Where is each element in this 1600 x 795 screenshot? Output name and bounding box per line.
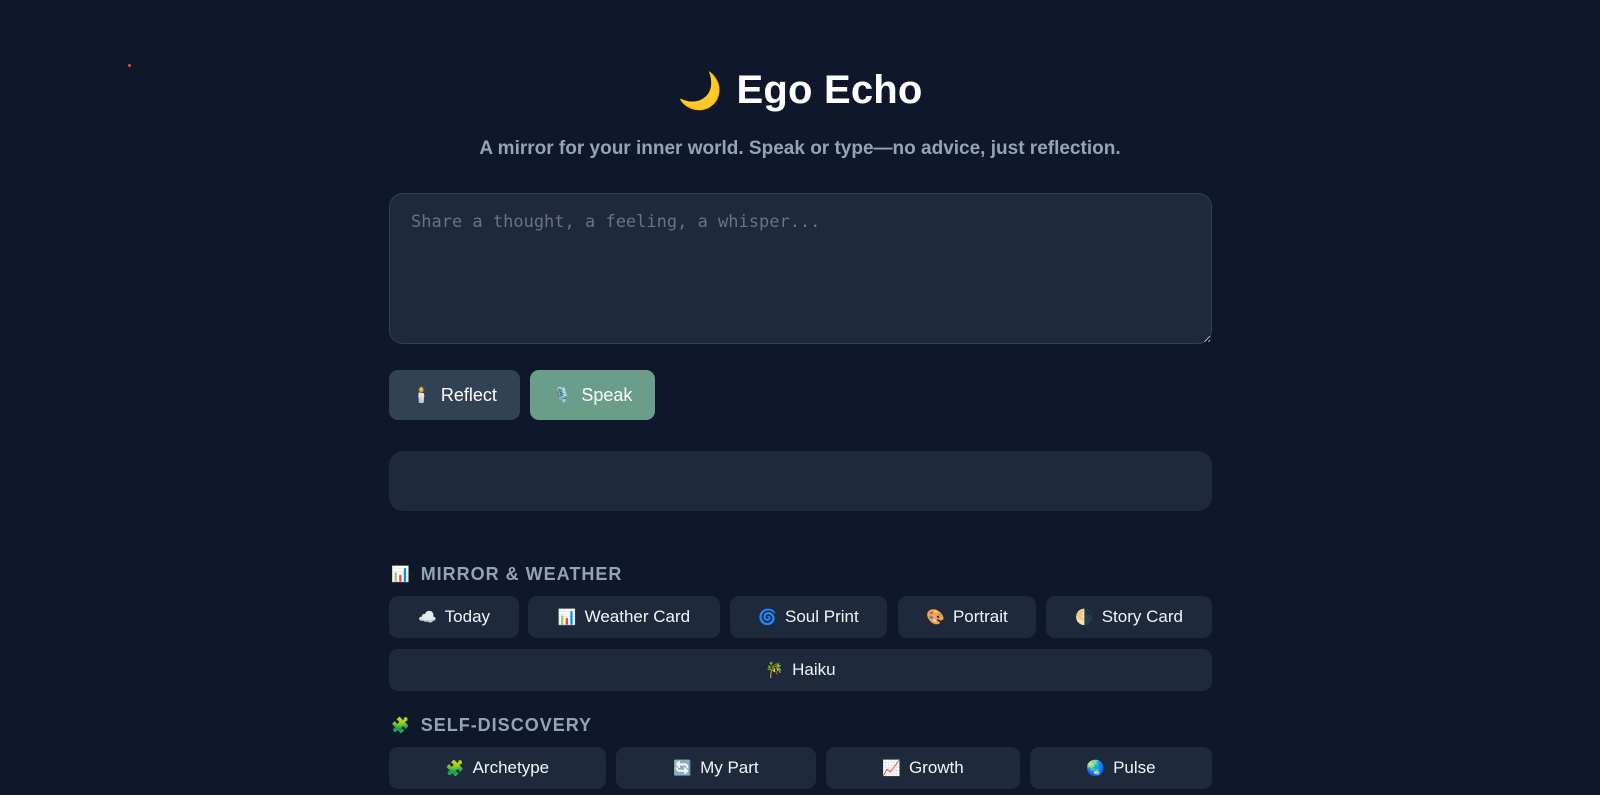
palette-icon: 🎨	[926, 608, 945, 626]
reflect-button-label: Reflect	[440, 384, 497, 405]
moon-icon: 🌙	[677, 70, 723, 111]
reflect-button[interactable]: 🕯️ Reflect	[389, 370, 520, 420]
chip-label: Soul Print	[784, 607, 859, 626]
cloud-icon: ☁️	[417, 608, 437, 626]
my-part-button[interactable]: 🔄 My Part	[616, 747, 816, 789]
haiku-button[interactable]: 🎋 Haiku	[389, 649, 1212, 691]
reflection-output	[389, 451, 1212, 511]
today-button[interactable]: ☁️ Today	[389, 596, 519, 638]
chip-label: Haiku	[792, 660, 836, 679]
weather-card-button[interactable]: 📊 Weather Card	[528, 596, 720, 638]
microphone-icon: 🎙️	[552, 386, 572, 404]
chip-label: Today	[444, 607, 491, 626]
portrait-button[interactable]: 🎨 Portrait	[898, 596, 1036, 638]
page-title: 🌙 Ego Echo	[0, 68, 1600, 113]
section-heading-mirror-weather: 📊 MIRROR & WEATHER	[391, 564, 622, 585]
section-title: MIRROR & WEATHER	[420, 564, 623, 584]
pulse-button[interactable]: 🌏 Pulse	[1030, 747, 1212, 789]
trend-chart-icon: 📈	[882, 759, 901, 777]
chip-label: Pulse	[1113, 758, 1156, 777]
speak-button-label: Speak	[581, 384, 633, 405]
chip-label: Story Card	[1101, 607, 1183, 626]
chip-label: My Part	[700, 758, 759, 777]
bar-chart-icon: 📊	[391, 566, 411, 583]
globe-icon: 🌏	[1086, 759, 1106, 777]
page-subtitle: A mirror for your inner world. Speak or …	[479, 138, 1121, 159]
page-title-text: Ego Echo	[736, 68, 923, 112]
soul-print-button[interactable]: 🌀 Soul Print	[730, 596, 887, 638]
chip-label: Archetype	[472, 758, 550, 777]
app-root: 🌙 Ego Echo A mirror for your inner world.…	[0, 0, 1600, 795]
refresh-icon: 🔄	[673, 759, 693, 777]
half-moon-icon: 🌗	[1075, 608, 1094, 626]
chip-label: Portrait	[952, 607, 1008, 626]
puzzle-icon: 🧩	[391, 717, 411, 734]
story-card-button[interactable]: 🌗 Story Card	[1046, 596, 1212, 638]
chip-label: Growth	[908, 758, 964, 777]
chip-label: Weather Card	[584, 607, 691, 626]
puzzle-icon: 🧩	[445, 759, 465, 777]
spiral-icon: 🌀	[758, 608, 777, 626]
candle-icon: 🕯️	[412, 386, 431, 404]
section-title: SELF-DISCOVERY	[420, 715, 593, 735]
thought-input[interactable]	[389, 193, 1212, 344]
bamboo-icon: 🎋	[765, 661, 785, 679]
cursor-dot	[128, 64, 131, 67]
section-heading-self-discovery: 🧩 SELF-DISCOVERY	[391, 715, 592, 736]
speak-button[interactable]: 🎙️ Speak	[530, 370, 655, 420]
growth-button[interactable]: 📈 Growth	[826, 747, 1020, 789]
archetype-button[interactable]: 🧩 Archetype	[389, 747, 606, 789]
bar-chart-icon: 📊	[557, 608, 577, 626]
